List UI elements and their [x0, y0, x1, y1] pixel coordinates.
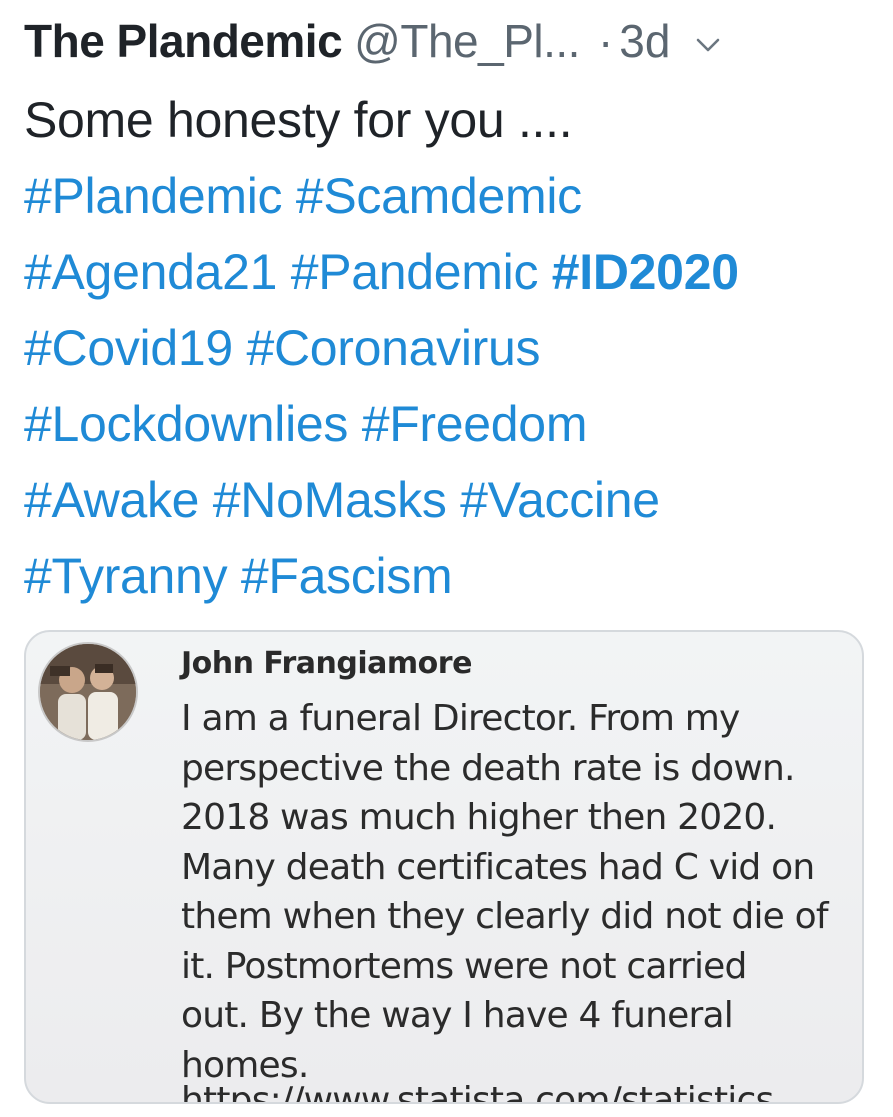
chevron-down-icon[interactable] — [694, 31, 722, 59]
hashtag-link[interactable]: #Coronavirus — [246, 320, 540, 376]
hashtag-link[interactable]: #Plandemic — [24, 168, 283, 224]
hashtag-link[interactable]: #Agenda21 — [24, 244, 277, 300]
post-text-line: perspective the death rate is down. — [181, 747, 795, 789]
post-text-line: it. Postmortems were not carried — [181, 945, 747, 987]
hashtag-link[interactable]: #Vaccine — [460, 472, 660, 528]
post-text-line: 2018 was much higher then 2020. — [181, 797, 777, 838]
tweet-text: Some honesty for you .... — [24, 92, 573, 148]
post-text-line: out. By the way I have 4 funeral — [181, 995, 734, 1036]
hashtag-link[interactable]: #Scamdemic — [296, 168, 582, 224]
hashtag-link[interactable]: #Tyranny — [24, 548, 228, 604]
post-author-name: John Frangiamore — [181, 646, 472, 681]
hashtag-line: #Plandemic #Scamdemic — [24, 158, 869, 234]
hashtag-line: #Tyranny #Fascism — [24, 538, 869, 614]
hashtag-link[interactable]: #Covid19 — [24, 320, 233, 376]
hashtag-link[interactable]: #Pandemic — [291, 244, 539, 300]
hashtag-link[interactable]: #Awake — [24, 472, 199, 528]
hashtag-link[interactable]: #Fascism — [241, 548, 453, 604]
post-text-line: them when they clearly did not die of — [181, 896, 829, 937]
post-text: I am a funeral Director. From my perspect… — [181, 694, 851, 1090]
tweet[interactable]: The Plandemic @The_Pl... · 3d Some hones… — [24, 14, 869, 614]
hashtag-line: #Lockdownlies #Freedom — [24, 386, 869, 462]
tweet-timestamp[interactable]: 3d — [619, 14, 670, 68]
author-handle[interactable]: @The_Pl... — [354, 14, 580, 68]
post-text-line: I am a funeral Director. From my — [181, 698, 740, 739]
post-text-line: Many death certificates had C vid on — [181, 846, 815, 888]
hashtag-link[interactable]: #NoMasks — [213, 472, 447, 528]
tweet-header: The Plandemic @The_Pl... · 3d — [24, 14, 869, 78]
hashtag-link[interactable]: #Lockdownlies — [24, 396, 348, 452]
hashtag-line: #Agenda21 #Pandemic #ID2020 — [24, 234, 869, 310]
hashtag-line: #Awake #NoMasks #Vaccine — [24, 462, 869, 538]
hashtag-link[interactable]: #Freedom — [362, 396, 588, 452]
post-link[interactable]: https://www.statista.com/statistics — [181, 1080, 774, 1102]
author-name[interactable]: The Plandemic — [24, 14, 343, 68]
hashtag-line: #Covid19 #Coronavirus — [24, 310, 869, 386]
hashtag-link[interactable]: #ID2020 — [552, 244, 739, 300]
hashtag-list: #Plandemic #Scamdemic #Agenda21 #Pandemic… — [24, 158, 869, 614]
separator: · — [597, 15, 614, 67]
avatar — [38, 642, 138, 742]
attached-image[interactable]: John Frangiamore I am a funeral Director… — [24, 630, 864, 1104]
